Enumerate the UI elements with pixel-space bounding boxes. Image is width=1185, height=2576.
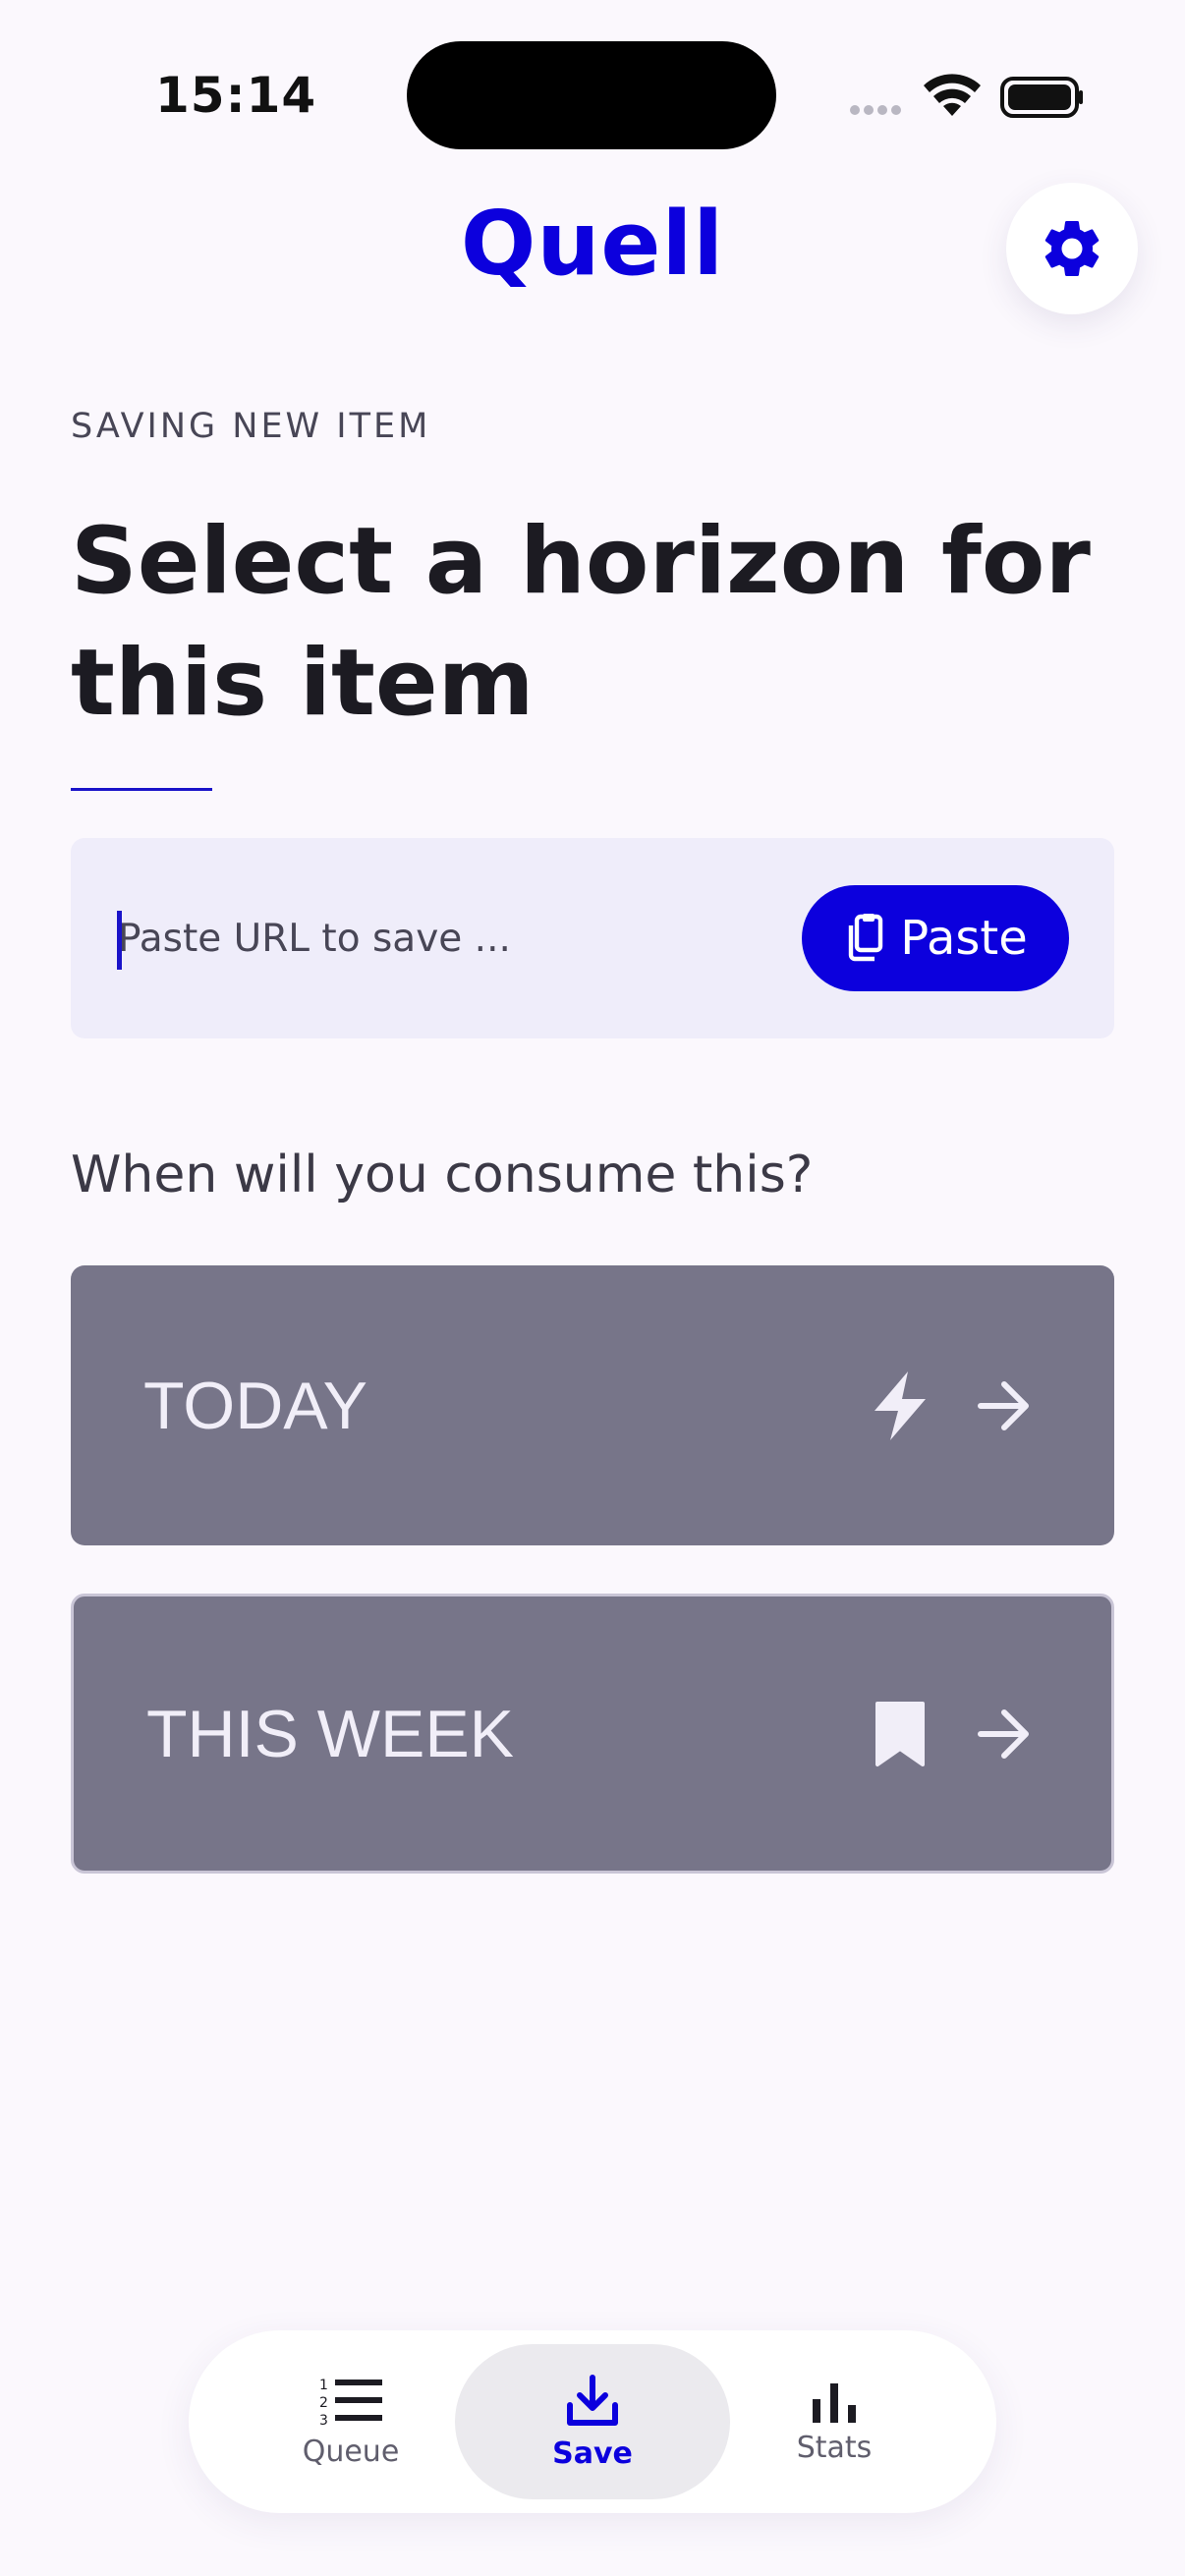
horizon-today-card[interactable]: TODAY	[71, 1265, 1114, 1545]
nav-item-queue[interactable]: 1 2 3 Queue	[213, 2344, 488, 2499]
heading-underline	[71, 788, 212, 791]
nav-item-save[interactable]: Save	[455, 2344, 730, 2499]
page-heading: Select a horizon for this item	[71, 508, 1091, 737]
horizon-this-week-card[interactable]: THIS WEEK	[71, 1594, 1114, 1874]
gear-icon	[1044, 220, 1100, 276]
text-caret	[117, 911, 122, 970]
lightning-icon	[875, 1371, 926, 1440]
clipboard-icon	[849, 914, 883, 962]
url-input[interactable]	[118, 897, 727, 980]
bookmark-icon	[875, 1701, 925, 1766]
dynamic-island	[407, 41, 776, 149]
download-icon	[567, 2374, 618, 2426]
settings-button[interactable]	[1006, 183, 1138, 314]
eyebrow-label: SAVING NEW ITEM	[71, 407, 431, 446]
wifi-icon	[924, 74, 981, 116]
paste-button-label: Paste	[900, 911, 1028, 966]
svg-text:2: 2	[319, 2395, 328, 2411]
numbered-list-icon: 1 2 3	[319, 2378, 382, 2427]
status-icons	[847, 73, 1083, 122]
arrow-right-icon	[978, 1380, 1029, 1430]
svg-text:1: 1	[319, 2378, 328, 2393]
svg-text:3: 3	[319, 2413, 328, 2427]
bar-chart-icon	[813, 2382, 856, 2423]
horizon-label: THIS WEEK	[146, 1696, 515, 1771]
nav-item-stats[interactable]: Stats	[697, 2344, 972, 2499]
status-time: 15:14	[155, 67, 317, 124]
paste-button[interactable]: Paste	[802, 885, 1069, 991]
horizon-question: When will you consume this?	[71, 1146, 814, 1204]
arrow-right-icon	[978, 1708, 1029, 1759]
cellular-signal-icon	[850, 105, 901, 115]
save-screen: 15:14 Quell SAVING NEW ITEM Select a hor…	[0, 0, 1185, 2576]
nav-label-save: Save	[552, 2436, 633, 2471]
nav-label-queue: Queue	[302, 2434, 400, 2469]
url-input-container: Paste	[71, 838, 1114, 1038]
nav-label-stats: Stats	[796, 2430, 873, 2465]
horizon-label: TODAY	[143, 1368, 367, 1443]
bottom-nav: 1 2 3 Queue Save Stats	[189, 2330, 996, 2513]
battery-icon	[1000, 77, 1083, 118]
